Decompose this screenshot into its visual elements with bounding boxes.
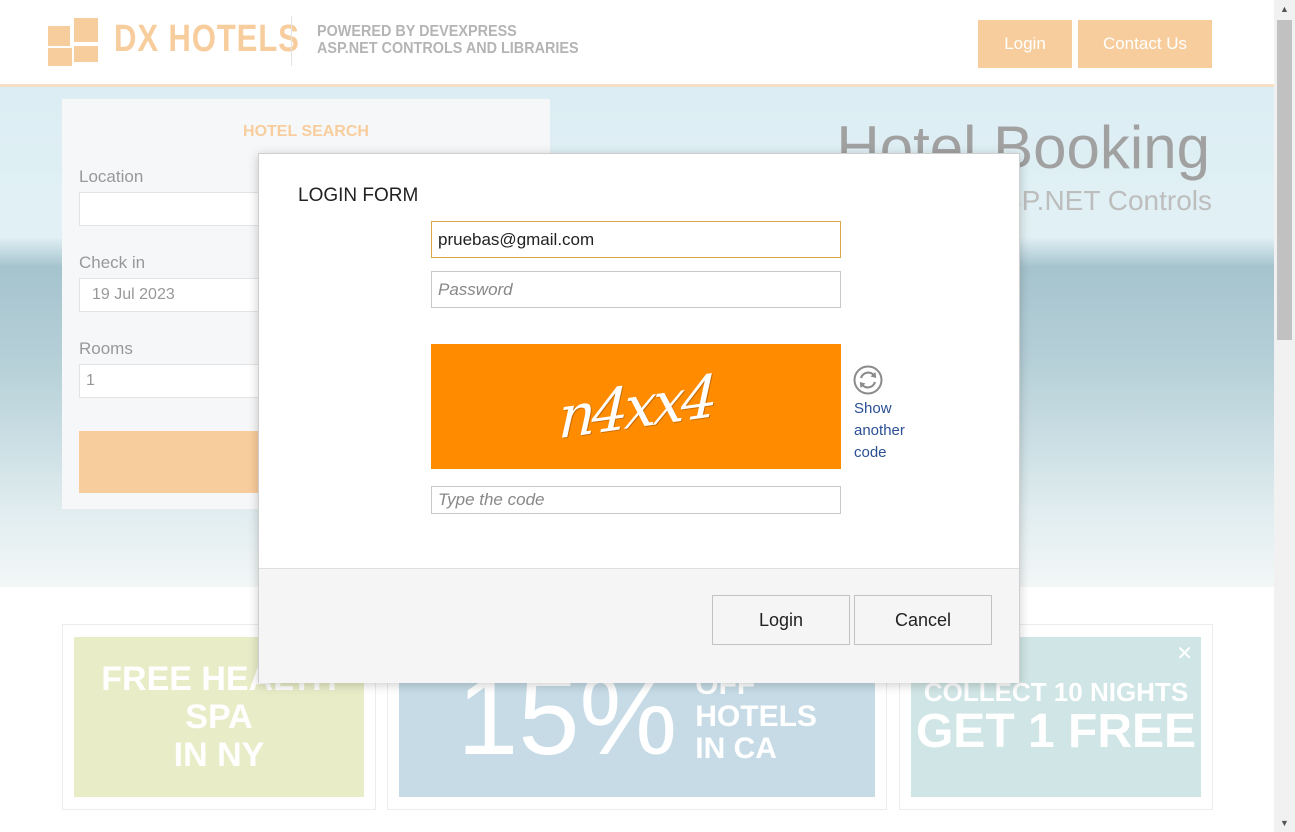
scroll-thumb[interactable] <box>1277 20 1292 340</box>
show-code-line-1: Show <box>854 400 892 417</box>
modal-title: LOGIN FORM <box>298 185 419 206</box>
login-button[interactable]: Login <box>712 595 850 645</box>
password-field[interactable] <box>431 271 841 308</box>
scroll-up-arrow-icon[interactable]: ▲ <box>1274 0 1295 18</box>
scroll-down-arrow-icon[interactable]: ▼ <box>1274 814 1295 832</box>
page-scrollbar[interactable]: ▲ ▼ <box>1274 0 1295 832</box>
login-modal: LOGIN FORM n4xx4 Show another code Login… <box>258 153 1020 683</box>
show-code-line-3: code <box>854 444 887 461</box>
captcha-image: n4xx4 <box>431 344 841 469</box>
refresh-icon[interactable] <box>853 365 883 395</box>
captcha-code-field[interactable] <box>431 486 841 514</box>
captcha-text: n4xx4 <box>557 361 715 452</box>
modal-footer: Login Cancel <box>259 568 1019 683</box>
email-field[interactable] <box>431 221 841 258</box>
show-another-code-link[interactable]: Show another code <box>854 398 934 464</box>
cancel-button[interactable]: Cancel <box>854 595 992 645</box>
show-code-line-2: another <box>854 422 905 439</box>
